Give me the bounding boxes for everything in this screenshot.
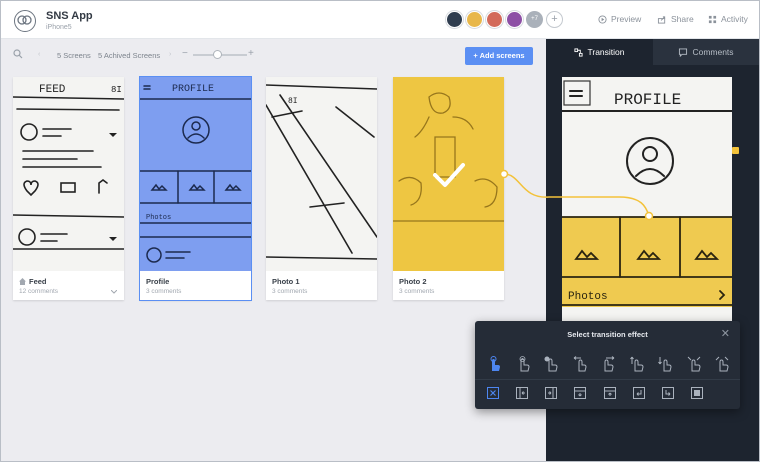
effect-push-back-icon[interactable] bbox=[629, 383, 649, 403]
sketch-feed-title: FEED bbox=[39, 84, 66, 96]
top-bar: SNS App iPhone5 +7 + Preview Share Activ… bbox=[1, 1, 759, 39]
zoom-in-button[interactable]: + bbox=[248, 48, 254, 59]
screen-name: Profile bbox=[146, 277, 170, 286]
share-label: Share bbox=[671, 14, 694, 24]
preview-label: Preview bbox=[611, 14, 642, 24]
sketch-profile-title: PROFILE bbox=[172, 84, 214, 95]
zoom-out-button[interactable]: − bbox=[182, 48, 188, 59]
screen-name: Feed bbox=[29, 277, 47, 286]
tab-transition[interactable]: Transition bbox=[546, 39, 653, 65]
gesture-pinch-icon[interactable] bbox=[683, 353, 705, 375]
screen-preview[interactable]: PROFILE Photos bbox=[562, 77, 732, 337]
add-screens-label: Add screens bbox=[479, 51, 525, 60]
app-logo-icon[interactable] bbox=[14, 10, 36, 32]
gesture-swipe-down-icon[interactable] bbox=[654, 353, 676, 375]
chevron-down-icon[interactable] bbox=[111, 290, 117, 294]
popup-title: Select transition effect bbox=[567, 330, 648, 339]
comment-count: 3 comments bbox=[146, 288, 182, 295]
comment-count: 12 comments bbox=[19, 288, 59, 295]
preview-title-sketch: PROFILE bbox=[614, 91, 681, 109]
effect-slide-up-icon[interactable] bbox=[600, 383, 620, 403]
tab-comments[interactable]: Comments bbox=[653, 39, 759, 65]
screen-name: Photo 2 bbox=[399, 277, 427, 286]
app-window: SNS App iPhone5 +7 + Preview Share Activ… bbox=[0, 0, 760, 462]
screen-card-photo-2[interactable]: Photo 2 3 comments bbox=[393, 77, 504, 300]
effect-none-icon[interactable] bbox=[483, 383, 503, 403]
app-title: SNS App bbox=[46, 10, 93, 22]
archived-screens-count[interactable]: 5 Achived Screens bbox=[98, 51, 160, 60]
home-icon bbox=[19, 278, 26, 285]
screen-card-profile[interactable]: PROFILE Photos Profile 3 comments bbox=[139, 76, 252, 301]
device-label: iPhone5 bbox=[46, 24, 72, 31]
screen-card-feed[interactable]: FEED 8I Feed 12 comments bbox=[13, 77, 124, 300]
screen-card-photo-1[interactable]: 8I Photo 1 3 comments bbox=[266, 77, 377, 300]
collaborator-avatars: +7 + bbox=[446, 11, 563, 29]
popup-divider bbox=[475, 379, 740, 380]
gesture-options bbox=[483, 353, 733, 375]
screen-thumbnail: 8I bbox=[266, 77, 377, 271]
effect-slide-down-icon[interactable] bbox=[570, 383, 590, 403]
screen-thumbnail: FEED 8I bbox=[13, 77, 124, 271]
comment-count: 3 comments bbox=[272, 288, 308, 295]
screen-name: Photo 1 bbox=[272, 277, 300, 286]
comment-count: 3 comments bbox=[399, 288, 435, 295]
preview-button[interactable]: Preview bbox=[598, 14, 641, 24]
gesture-double-tap-icon[interactable] bbox=[512, 353, 534, 375]
gesture-spread-icon[interactable] bbox=[711, 353, 733, 375]
zoom-slider-handle[interactable] bbox=[213, 50, 222, 59]
more-avatars-badge[interactable]: +7 bbox=[526, 11, 543, 28]
avatar[interactable] bbox=[446, 11, 463, 28]
add-collaborator-button[interactable]: + bbox=[546, 11, 563, 28]
play-icon bbox=[598, 14, 607, 24]
effect-fade-icon[interactable] bbox=[687, 383, 707, 403]
preview-photos-sketch: Photos bbox=[568, 291, 608, 303]
transition-icon bbox=[574, 47, 584, 57]
effect-push-forward-icon[interactable] bbox=[658, 383, 678, 403]
gesture-swipe-left-icon[interactable] bbox=[569, 353, 591, 375]
gesture-tap-icon[interactable] bbox=[483, 353, 505, 375]
transition-effect-popup: Select transition effect ✕ bbox=[475, 321, 740, 409]
tab-comments-label: Comments bbox=[692, 47, 734, 57]
gesture-long-press-icon[interactable] bbox=[540, 353, 562, 375]
activity-label: Activity bbox=[721, 14, 748, 24]
screen-thumbnail bbox=[393, 77, 504, 271]
add-screens-button[interactable]: + Add screens bbox=[465, 47, 533, 65]
screens-count[interactable]: 5 Screens bbox=[57, 51, 91, 60]
sketch-photo1-badge: 8I bbox=[288, 97, 298, 106]
hotspot-handle[interactable] bbox=[732, 147, 739, 154]
avatar[interactable] bbox=[486, 11, 503, 28]
search-icon[interactable] bbox=[13, 49, 23, 59]
screen-thumbnail: PROFILE Photos bbox=[140, 77, 251, 271]
gesture-swipe-up-icon[interactable] bbox=[626, 353, 648, 375]
close-icon[interactable]: ✕ bbox=[721, 327, 730, 340]
comment-icon bbox=[679, 47, 688, 57]
activity-button[interactable]: Activity bbox=[708, 14, 748, 24]
activity-icon bbox=[708, 15, 717, 23]
sketch-photos-label: Photos bbox=[146, 214, 171, 222]
gesture-swipe-right-icon[interactable] bbox=[597, 353, 619, 375]
effect-slide-right-icon[interactable] bbox=[541, 383, 561, 403]
effect-slide-left-icon[interactable] bbox=[512, 383, 532, 403]
tab-transition-label: Transition bbox=[587, 47, 625, 57]
sketch-feed-badge: 8I bbox=[111, 85, 122, 95]
avatar[interactable] bbox=[506, 11, 523, 28]
effect-options bbox=[483, 383, 707, 403]
avatar[interactable] bbox=[466, 11, 483, 28]
canvas-toolbar: ‹ 5 Screens 5 Achived Screens › − + + Ad… bbox=[1, 39, 546, 69]
share-icon bbox=[657, 15, 666, 24]
share-button[interactable]: Share bbox=[657, 14, 694, 24]
screens-canvas: ‹ 5 Screens 5 Achived Screens › − + + Ad… bbox=[1, 39, 546, 461]
toolbar-divider: ‹ bbox=[38, 51, 41, 58]
toolbar-divider: › bbox=[169, 51, 172, 58]
